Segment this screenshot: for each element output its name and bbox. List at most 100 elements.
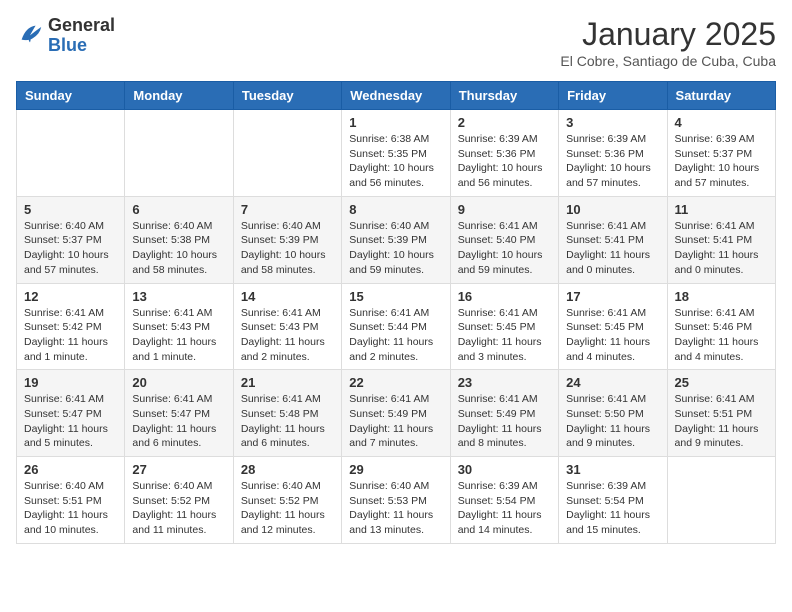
- table-row: 30 Sunrise: 6:39 AMSunset: 5:54 PMDayligh…: [450, 457, 558, 544]
- day-info: Sunrise: 6:41 AMSunset: 5:45 PMDaylight:…: [458, 306, 551, 365]
- calendar-week-row: 5 Sunrise: 6:40 AMSunset: 5:37 PMDaylight…: [17, 196, 776, 283]
- table-row: 14Sunrise: 6:41 AMSunset: 5:43 PMDayligh…: [233, 283, 341, 370]
- day-info: Sunrise: 6:41 AMSunset: 5:45 PMDaylight:…: [566, 306, 659, 365]
- day-number: 19: [24, 375, 117, 390]
- day-number: 11: [675, 202, 768, 217]
- calendar-table: Sunday Monday Tuesday Wednesday Thursday…: [16, 81, 776, 544]
- day-info: Sunrise: 6:40 AMSunset: 5:52 PMDaylight:…: [132, 479, 225, 538]
- day-number: 25: [675, 375, 768, 390]
- table-row: [233, 110, 341, 197]
- day-info: Sunrise: 6:41 AMSunset: 5:47 PMDaylight:…: [24, 392, 117, 451]
- calendar-location: El Cobre, Santiago de Cuba, Cuba: [560, 53, 776, 69]
- day-number: 5: [24, 202, 117, 217]
- day-number: 3: [566, 115, 659, 130]
- header-saturday: Saturday: [667, 82, 775, 110]
- calendar-week-row: 1 Sunrise: 6:38 AMSunset: 5:35 PMDaylight…: [17, 110, 776, 197]
- day-number: 2: [458, 115, 551, 130]
- table-row: 4 Sunrise: 6:39 AMSunset: 5:37 PMDaylight…: [667, 110, 775, 197]
- logo-icon: [16, 20, 44, 53]
- header-monday: Monday: [125, 82, 233, 110]
- day-info: Sunrise: 6:40 AMSunset: 5:39 PMDaylight:…: [241, 219, 334, 278]
- table-row: 21 Sunrise: 6:41 AMSunset: 5:48 PMDayligh…: [233, 370, 341, 457]
- table-row: 20Sunrise: 6:41 AMSunset: 5:47 PMDayligh…: [125, 370, 233, 457]
- weekday-header-row: Sunday Monday Tuesday Wednesday Thursday…: [17, 82, 776, 110]
- header-wednesday: Wednesday: [342, 82, 450, 110]
- logo-text: General Blue: [48, 16, 115, 56]
- table-row: [667, 457, 775, 544]
- day-info: Sunrise: 6:40 AMSunset: 5:51 PMDaylight:…: [24, 479, 117, 538]
- day-info: Sunrise: 6:40 AMSunset: 5:53 PMDaylight:…: [349, 479, 442, 538]
- day-info: Sunrise: 6:39 AMSunset: 5:54 PMDaylight:…: [566, 479, 659, 538]
- table-row: 13Sunrise: 6:41 AMSunset: 5:43 PMDayligh…: [125, 283, 233, 370]
- table-row: 12 Sunrise: 6:41 AMSunset: 5:42 PMDayligh…: [17, 283, 125, 370]
- table-row: 9Sunrise: 6:41 AMSunset: 5:40 PMDaylight…: [450, 196, 558, 283]
- day-info: Sunrise: 6:40 AMSunset: 5:37 PMDaylight:…: [24, 219, 117, 278]
- day-number: 20: [132, 375, 225, 390]
- day-info: Sunrise: 6:41 AMSunset: 5:48 PMDaylight:…: [241, 392, 334, 451]
- day-info: Sunrise: 6:41 AMSunset: 5:49 PMDaylight:…: [349, 392, 442, 451]
- day-info: Sunrise: 6:40 AMSunset: 5:52 PMDaylight:…: [241, 479, 334, 538]
- day-number: 12: [24, 289, 117, 304]
- day-number: 23: [458, 375, 551, 390]
- day-info: Sunrise: 6:39 AMSunset: 5:54 PMDaylight:…: [458, 479, 551, 538]
- table-row: 29Sunrise: 6:40 AMSunset: 5:53 PMDayligh…: [342, 457, 450, 544]
- day-info: Sunrise: 6:40 AMSunset: 5:38 PMDaylight:…: [132, 219, 225, 278]
- table-row: 17Sunrise: 6:41 AMSunset: 5:45 PMDayligh…: [559, 283, 667, 370]
- day-number: 1: [349, 115, 442, 130]
- day-number: 22: [349, 375, 442, 390]
- table-row: 8 Sunrise: 6:40 AMSunset: 5:39 PMDaylight…: [342, 196, 450, 283]
- day-info: Sunrise: 6:41 AMSunset: 5:44 PMDaylight:…: [349, 306, 442, 365]
- table-row: 5 Sunrise: 6:40 AMSunset: 5:37 PMDaylight…: [17, 196, 125, 283]
- day-info: Sunrise: 6:38 AMSunset: 5:35 PMDaylight:…: [349, 132, 442, 191]
- day-number: 10: [566, 202, 659, 217]
- table-row: 24Sunrise: 6:41 AMSunset: 5:50 PMDayligh…: [559, 370, 667, 457]
- day-info: Sunrise: 6:41 AMSunset: 5:41 PMDaylight:…: [566, 219, 659, 278]
- calendar-week-row: 19 Sunrise: 6:41 AMSunset: 5:47 PMDayligh…: [17, 370, 776, 457]
- table-row: 26 Sunrise: 6:40 AMSunset: 5:51 PMDayligh…: [17, 457, 125, 544]
- day-info: Sunrise: 6:39 AMSunset: 5:36 PMDaylight:…: [566, 132, 659, 191]
- day-number: 30: [458, 462, 551, 477]
- day-number: 26: [24, 462, 117, 477]
- day-info: Sunrise: 6:39 AMSunset: 5:37 PMDaylight:…: [675, 132, 768, 191]
- table-row: 6Sunrise: 6:40 AMSunset: 5:38 PMDaylight…: [125, 196, 233, 283]
- table-row: 7 Sunrise: 6:40 AMSunset: 5:39 PMDaylight…: [233, 196, 341, 283]
- table-row: 15 Sunrise: 6:41 AMSunset: 5:44 PMDayligh…: [342, 283, 450, 370]
- day-info: Sunrise: 6:40 AMSunset: 5:39 PMDaylight:…: [349, 219, 442, 278]
- day-number: 16: [458, 289, 551, 304]
- table-row: 3 Sunrise: 6:39 AMSunset: 5:36 PMDaylight…: [559, 110, 667, 197]
- calendar-title: January 2025: [560, 16, 776, 53]
- logo: General Blue: [16, 16, 115, 56]
- table-row: 25Sunrise: 6:41 AMSunset: 5:51 PMDayligh…: [667, 370, 775, 457]
- day-number: 8: [349, 202, 442, 217]
- table-row: 1 Sunrise: 6:38 AMSunset: 5:35 PMDaylight…: [342, 110, 450, 197]
- day-info: Sunrise: 6:39 AMSunset: 5:36 PMDaylight:…: [458, 132, 551, 191]
- day-number: 15: [349, 289, 442, 304]
- day-info: Sunrise: 6:41 AMSunset: 5:46 PMDaylight:…: [675, 306, 768, 365]
- header-friday: Friday: [559, 82, 667, 110]
- day-number: 9: [458, 202, 551, 217]
- day-number: 7: [241, 202, 334, 217]
- table-row: 10 Sunrise: 6:41 AMSunset: 5:41 PMDayligh…: [559, 196, 667, 283]
- day-number: 18: [675, 289, 768, 304]
- day-number: 4: [675, 115, 768, 130]
- day-info: Sunrise: 6:41 AMSunset: 5:50 PMDaylight:…: [566, 392, 659, 451]
- table-row: 31 Sunrise: 6:39 AMSunset: 5:54 PMDayligh…: [559, 457, 667, 544]
- table-row: 19 Sunrise: 6:41 AMSunset: 5:47 PMDayligh…: [17, 370, 125, 457]
- table-row: 11 Sunrise: 6:41 AMSunset: 5:41 PMDayligh…: [667, 196, 775, 283]
- day-info: Sunrise: 6:41 AMSunset: 5:49 PMDaylight:…: [458, 392, 551, 451]
- table-row: [17, 110, 125, 197]
- day-number: 28: [241, 462, 334, 477]
- table-row: 18 Sunrise: 6:41 AMSunset: 5:46 PMDayligh…: [667, 283, 775, 370]
- day-number: 21: [241, 375, 334, 390]
- calendar-week-row: 26 Sunrise: 6:40 AMSunset: 5:51 PMDayligh…: [17, 457, 776, 544]
- table-row: 23 Sunrise: 6:41 AMSunset: 5:49 PMDayligh…: [450, 370, 558, 457]
- table-row: 16 Sunrise: 6:41 AMSunset: 5:45 PMDayligh…: [450, 283, 558, 370]
- day-info: Sunrise: 6:41 AMSunset: 5:43 PMDaylight:…: [241, 306, 334, 365]
- day-info: Sunrise: 6:41 AMSunset: 5:41 PMDaylight:…: [675, 219, 768, 278]
- header-tuesday: Tuesday: [233, 82, 341, 110]
- table-row: 2 Sunrise: 6:39 AMSunset: 5:36 PMDaylight…: [450, 110, 558, 197]
- day-info: Sunrise: 6:41 AMSunset: 5:42 PMDaylight:…: [24, 306, 117, 365]
- day-number: 31: [566, 462, 659, 477]
- page-header: General Blue January 2025 El Cobre, Sant…: [16, 16, 776, 69]
- table-row: 22 Sunrise: 6:41 AMSunset: 5:49 PMDayligh…: [342, 370, 450, 457]
